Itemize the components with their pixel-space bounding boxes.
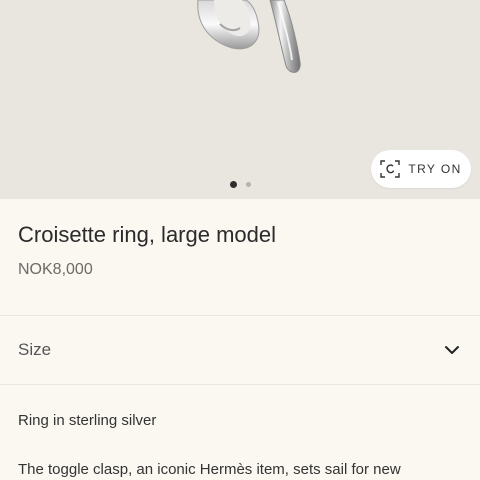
size-label: Size	[18, 340, 52, 359]
chevron-down-icon	[445, 346, 459, 354]
carousel-indicator	[0, 180, 480, 188]
divider	[0, 384, 480, 385]
ar-scan-icon	[380, 160, 401, 178]
product-image-carousel[interactable]: TRY ON	[0, 0, 480, 199]
product-price: NOK8,000	[18, 261, 93, 278]
description-long: The toggle clasp, an iconic Hermès item,…	[18, 461, 401, 478]
product-title: Croisette ring, large model	[18, 222, 277, 247]
size-selector[interactable]: Size	[0, 316, 480, 384]
description-short: Ring in sterling silver	[18, 412, 157, 429]
carousel-dot-active[interactable]	[229, 180, 237, 188]
try-on-label: TRY ON	[408, 162, 462, 176]
carousel-dot[interactable]	[245, 181, 251, 187]
